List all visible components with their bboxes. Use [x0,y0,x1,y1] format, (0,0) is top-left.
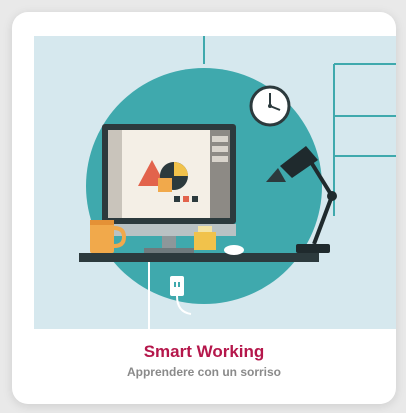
desk-top [79,253,319,262]
illustration-svg [34,36,396,329]
smart-working-illustration [34,36,396,329]
computer-mouse-icon [224,245,244,255]
card-title[interactable]: Smart Working [12,342,396,362]
card-caption: Smart Working Apprendere con un sorriso [12,342,396,380]
course-card[interactable]: Smart Working Apprendere con un sorriso [12,12,396,404]
card-subtitle: Apprendere con un sorriso [126,365,282,379]
clock-icon [249,85,291,127]
sticky-note [194,232,216,250]
